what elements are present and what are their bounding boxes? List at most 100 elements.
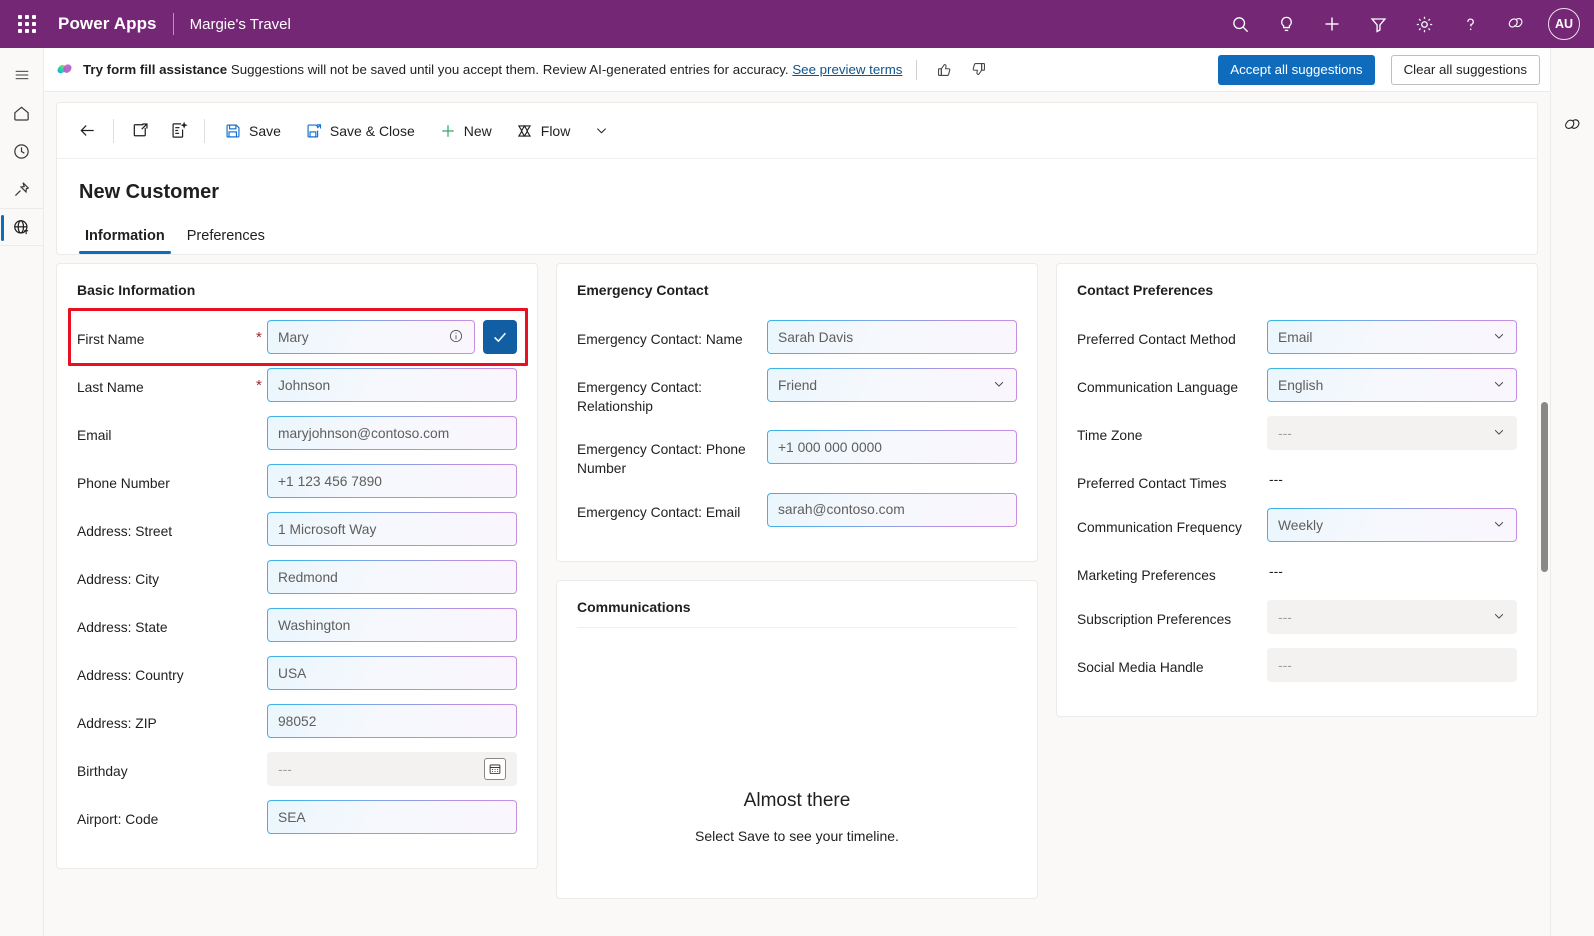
field-control-address-country: USA [267, 656, 517, 690]
avatar[interactable]: AU [1548, 8, 1580, 40]
menu-icon[interactable] [0, 56, 44, 94]
birthday-input[interactable]: --- [267, 752, 517, 786]
airport-code-input[interactable]: SEA [267, 800, 517, 834]
emergency-contact-name-input[interactable]: Sarah Davis [767, 320, 1017, 354]
address-zip-input[interactable]: 98052 [267, 704, 517, 738]
preview-terms-link[interactable]: See preview terms [792, 62, 902, 77]
copilot-icon[interactable] [1551, 106, 1594, 144]
field-marketing-preferences: Marketing Preferences --- [1077, 556, 1517, 586]
field-label-communication-language: Communication Language [1077, 368, 1267, 398]
communication-language-value: English [1278, 378, 1323, 393]
field-control-address-city: Redmond [267, 560, 517, 594]
social-media-handle-input[interactable]: --- [1267, 648, 1517, 682]
field-preferred-contact-method: Preferred Contact Method Email [1077, 320, 1517, 354]
search-icon[interactable] [1220, 4, 1260, 44]
field-label-address-street: Address: Street [77, 512, 267, 542]
form-content-area: Save Save & Close [44, 92, 1550, 936]
address-state-input[interactable]: Washington [267, 608, 517, 642]
waffle-icon [18, 15, 36, 33]
address-street-input[interactable]: 1 Microsoft Way [267, 512, 517, 546]
save-button[interactable]: Save [213, 113, 292, 149]
emergency-contact-relationship-select[interactable]: Friend [767, 368, 1017, 402]
chevron-down-icon [1492, 425, 1506, 442]
field-control-emergency-contact-email: sarah@contoso.com [767, 493, 1017, 527]
flow-button[interactable]: Flow [505, 113, 582, 149]
address-city-input[interactable]: Redmond [267, 560, 517, 594]
email-input[interactable]: maryjohnson@contoso.com [267, 416, 517, 450]
help-icon[interactable] [1450, 4, 1490, 44]
required-indicator: * [256, 329, 262, 346]
info-icon[interactable] [448, 328, 464, 347]
copilot-icon[interactable] [1496, 4, 1536, 44]
back-arrow-icon[interactable] [69, 113, 105, 149]
sidebar-item-recent[interactable] [0, 132, 44, 170]
app-launcher-button[interactable] [10, 7, 44, 41]
form-columns: Basic Information First Name * Mary [56, 263, 1538, 899]
open-in-new-window-icon[interactable] [122, 113, 158, 149]
subscription-preferences-select[interactable]: --- [1267, 600, 1517, 634]
emergency-contact-phone-input[interactable]: +1 000 000 0000 [767, 430, 1017, 464]
field-subscription-preferences: Subscription Preferences --- [1077, 600, 1517, 634]
timeline-empty-body: Select Save to see your timeline. [695, 828, 899, 844]
field-label-subscription-preferences: Subscription Preferences [1077, 600, 1267, 630]
chevron-down-icon[interactable] [583, 113, 619, 149]
plus-icon[interactable] [1312, 4, 1352, 44]
lightbulb-icon[interactable] [1266, 4, 1306, 44]
preferred-contact-times-value-wrap[interactable]: --- [1267, 464, 1517, 494]
sidebar-item-customers[interactable] [0, 208, 44, 246]
sidebar-item-home[interactable] [0, 94, 44, 132]
save-and-close-button-label: Save & Close [330, 123, 415, 139]
clear-all-suggestions-button[interactable]: Clear all suggestions [1391, 55, 1540, 85]
address-country-input[interactable]: USA [267, 656, 517, 690]
marketing-preferences-value-wrap[interactable]: --- [1267, 556, 1517, 586]
calendar-icon[interactable] [484, 758, 506, 780]
preferred-contact-method-select[interactable]: Email [1267, 320, 1517, 354]
field-control-phone-number: +1 123 456 7890 [267, 464, 517, 498]
address-country-value: USA [278, 666, 306, 681]
last-name-input[interactable]: Johnson [267, 368, 517, 402]
left-navigation-rail [0, 48, 44, 936]
address-state-value: Washington [278, 618, 350, 633]
chevron-down-icon [1492, 329, 1506, 346]
field-emergency-contact-relationship: Emergency Contact: Relationship Friend [577, 368, 1017, 416]
tab-preferences[interactable]: Preferences [179, 222, 273, 254]
field-label-time-zone: Time Zone [1077, 416, 1267, 446]
field-label-preferred-contact-method: Preferred Contact Method [1077, 320, 1267, 350]
first-name-input[interactable]: Mary [267, 320, 475, 354]
accept-suggestion-button[interactable] [483, 320, 517, 354]
time-zone-select[interactable]: --- [1267, 416, 1517, 450]
new-button[interactable]: New [428, 113, 503, 149]
thumbs-up-icon[interactable] [931, 57, 957, 83]
gear-icon[interactable] [1404, 4, 1444, 44]
accept-all-suggestions-button[interactable]: Accept all suggestions [1218, 55, 1374, 85]
field-label-address-state: Address: State [77, 608, 267, 638]
sidebar-item-pinned[interactable] [0, 170, 44, 208]
communication-frequency-select[interactable]: Weekly [1267, 508, 1517, 542]
save-and-close-button[interactable]: Save & Close [294, 113, 426, 149]
thumbs-down-icon[interactable] [965, 57, 991, 83]
field-control-address-zip: 98052 [267, 704, 517, 738]
brand-label[interactable]: Power Apps [58, 14, 157, 34]
phone-number-value: +1 123 456 7890 [278, 474, 382, 489]
filter-icon[interactable] [1358, 4, 1398, 44]
field-address-zip: Address: ZIP 98052 [77, 704, 517, 738]
communication-language-select[interactable]: English [1267, 368, 1517, 402]
emergency-contact-email-input[interactable]: sarah@contoso.com [767, 493, 1017, 527]
form-tabs: Information Preferences [57, 204, 1537, 254]
new-button-label: New [464, 123, 492, 139]
field-last-name: Last Name * Johnson [77, 368, 517, 402]
field-control-address-street: 1 Microsoft Way [267, 512, 517, 546]
field-control-time-zone: --- [1267, 416, 1517, 450]
field-control-emergency-contact-name: Sarah Davis [767, 320, 1017, 354]
field-label-communication-frequency: Communication Frequency [1077, 508, 1267, 538]
phone-number-input[interactable]: +1 123 456 7890 [267, 464, 517, 498]
form-fill-assist-icon[interactable] [160, 113, 196, 149]
address-street-value: 1 Microsoft Way [278, 522, 376, 537]
tab-information[interactable]: Information [77, 222, 173, 254]
field-address-country: Address: Country USA [77, 656, 517, 690]
app-name-label[interactable]: Margie's Travel [190, 16, 291, 33]
field-control-airport-code: SEA [267, 800, 517, 834]
field-label-airport-code: Airport: Code [77, 800, 267, 830]
vertical-scrollbar-thumb[interactable] [1541, 402, 1548, 572]
ai-suggestion-message: Try form fill assistance Suggestions wil… [83, 62, 902, 77]
